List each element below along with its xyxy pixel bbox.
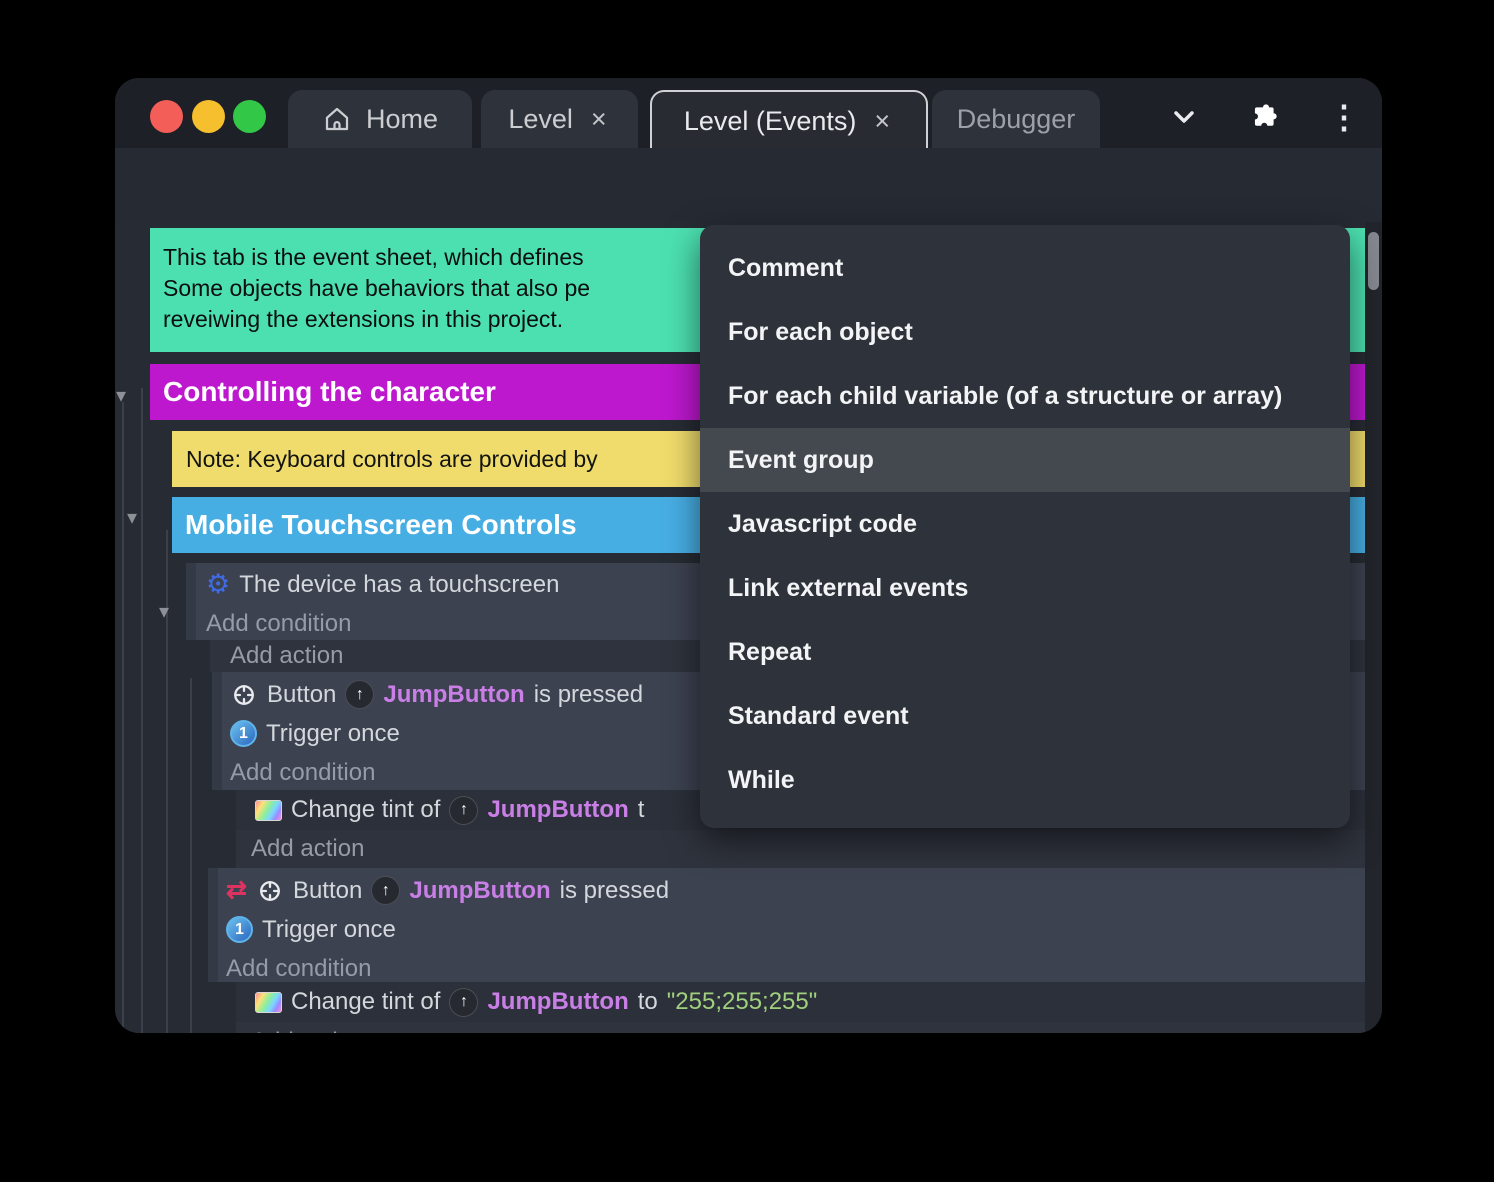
tab-debugger[interactable]: Debugger xyxy=(932,90,1100,148)
kebab-menu-icon: ⋮ xyxy=(1328,99,1360,135)
indent-guide xyxy=(141,388,143,1033)
note-text: Note: Keyboard controls are provided by xyxy=(186,445,598,472)
jumpbutton-sprite-icon: ↑ xyxy=(345,680,375,709)
tint-swatch-icon xyxy=(255,799,282,821)
event-block-jumpbutton-not-pressed[interactable]: ⇄ Button ↑ JumpButton is pressed 1 Trigg… xyxy=(208,868,1365,982)
tab-level-events-close-icon[interactable]: × xyxy=(870,106,894,137)
add-event-context-menu: Comment For each object For each child v… xyxy=(700,225,1350,828)
tab-bar: Home Level × Level (Events) × Debugger ⋮ xyxy=(115,78,1382,150)
collapse-toggle-group-character[interactable]: ▾ xyxy=(116,386,126,406)
menu-item-event-group[interactable]: Event group xyxy=(700,428,1350,492)
menu-item-comment[interactable]: Comment xyxy=(700,236,1350,300)
jumpbutton-sprite-icon: ↑ xyxy=(449,795,479,825)
button-plugin-icon xyxy=(256,877,284,905)
tab-level-close-icon[interactable]: × xyxy=(587,104,611,135)
condition-suffix: is pressed xyxy=(533,680,644,708)
group-title: Controlling the character xyxy=(163,376,496,407)
jumpbutton-sprite-icon: ↑ xyxy=(371,876,401,905)
tab-level-events-label: Level (Events) xyxy=(683,105,857,136)
toolbar xyxy=(115,148,1382,290)
app-window: Home Level × Level (Events) × Debugger ⋮… xyxy=(115,78,1382,1033)
condition-text: The device has a touchscreen xyxy=(239,570,560,598)
trigger-once-icon: 1 xyxy=(230,720,257,747)
window-close-button[interactable] xyxy=(150,100,183,133)
window-minimize-button[interactable] xyxy=(192,100,225,133)
tab-level[interactable]: Level × xyxy=(481,90,638,148)
indent-guide xyxy=(122,402,124,1033)
add-action-link[interactable]: Add action xyxy=(236,1022,1365,1033)
condition-object: Button xyxy=(267,680,337,708)
screenshot-stage: Home Level × Level (Events) × Debugger ⋮… xyxy=(0,0,1494,1182)
menu-item-while[interactable]: While xyxy=(700,748,1350,812)
collapse-toggle-event[interactable]: ▾ xyxy=(159,602,169,622)
condition-suffix: is pressed xyxy=(559,876,670,904)
menu-item-standard-event[interactable]: Standard event xyxy=(700,684,1350,748)
tint-swatch-icon xyxy=(255,991,282,1013)
chevron-down-icon xyxy=(1168,101,1200,133)
jumpbutton-sprite-icon: ↑ xyxy=(449,987,479,1017)
tab-level-events[interactable]: Level (Events) × xyxy=(650,90,928,150)
tint-value-string: "255;255;255" xyxy=(666,988,818,1015)
invert-condition-icon: ⇄ xyxy=(226,876,247,904)
indent-guide xyxy=(190,678,192,1033)
add-action-link[interactable]: Add action xyxy=(236,830,1365,868)
trigger-once-icon: 1 xyxy=(226,916,253,943)
home-icon xyxy=(322,104,352,134)
tab-level-label: Level xyxy=(508,103,573,134)
tab-home[interactable]: Home xyxy=(288,90,472,148)
window-zoom-button[interactable] xyxy=(233,100,266,133)
collapse-toggle-group-touch[interactable]: ▾ xyxy=(127,508,137,528)
menu-item-for-each-object[interactable]: For each object xyxy=(700,300,1350,364)
scrollbar-track[interactable] xyxy=(1365,222,1382,1033)
condition-object: Button xyxy=(292,876,363,904)
main-menu-button[interactable]: ⋮ xyxy=(1327,99,1361,135)
system-gear-icon: ⚙ xyxy=(206,569,231,599)
menu-item-for-each-child-var[interactable]: For each child variable (of a structure … xyxy=(700,364,1350,428)
menu-item-javascript-code[interactable]: Javascript code xyxy=(700,492,1350,556)
group-title: Mobile Touchscreen Controls xyxy=(185,509,577,540)
condition-text: Trigger once xyxy=(262,915,396,943)
action-change-tint-white[interactable]: Change tint of ↑ JumpButton to "255;255;… xyxy=(236,982,1365,1022)
instance-name: JumpButton xyxy=(487,988,629,1015)
condition-text: Trigger once xyxy=(266,719,400,747)
menu-item-link-external-events[interactable]: Link external events xyxy=(700,556,1350,620)
tab-list-dropdown-button[interactable] xyxy=(1167,100,1201,134)
puzzle-icon xyxy=(1248,101,1280,133)
instance-name: JumpButton xyxy=(409,876,551,904)
addons-button[interactable] xyxy=(1247,100,1281,134)
instance-name: JumpButton xyxy=(383,680,525,708)
menu-item-repeat[interactable]: Repeat xyxy=(700,620,1350,684)
tab-home-label: Home xyxy=(365,103,439,134)
scrollbar-thumb[interactable] xyxy=(1368,232,1379,290)
instance-name: JumpButton xyxy=(487,796,629,823)
button-plugin-icon xyxy=(230,681,258,709)
tab-debugger-label: Debugger xyxy=(956,103,1076,134)
